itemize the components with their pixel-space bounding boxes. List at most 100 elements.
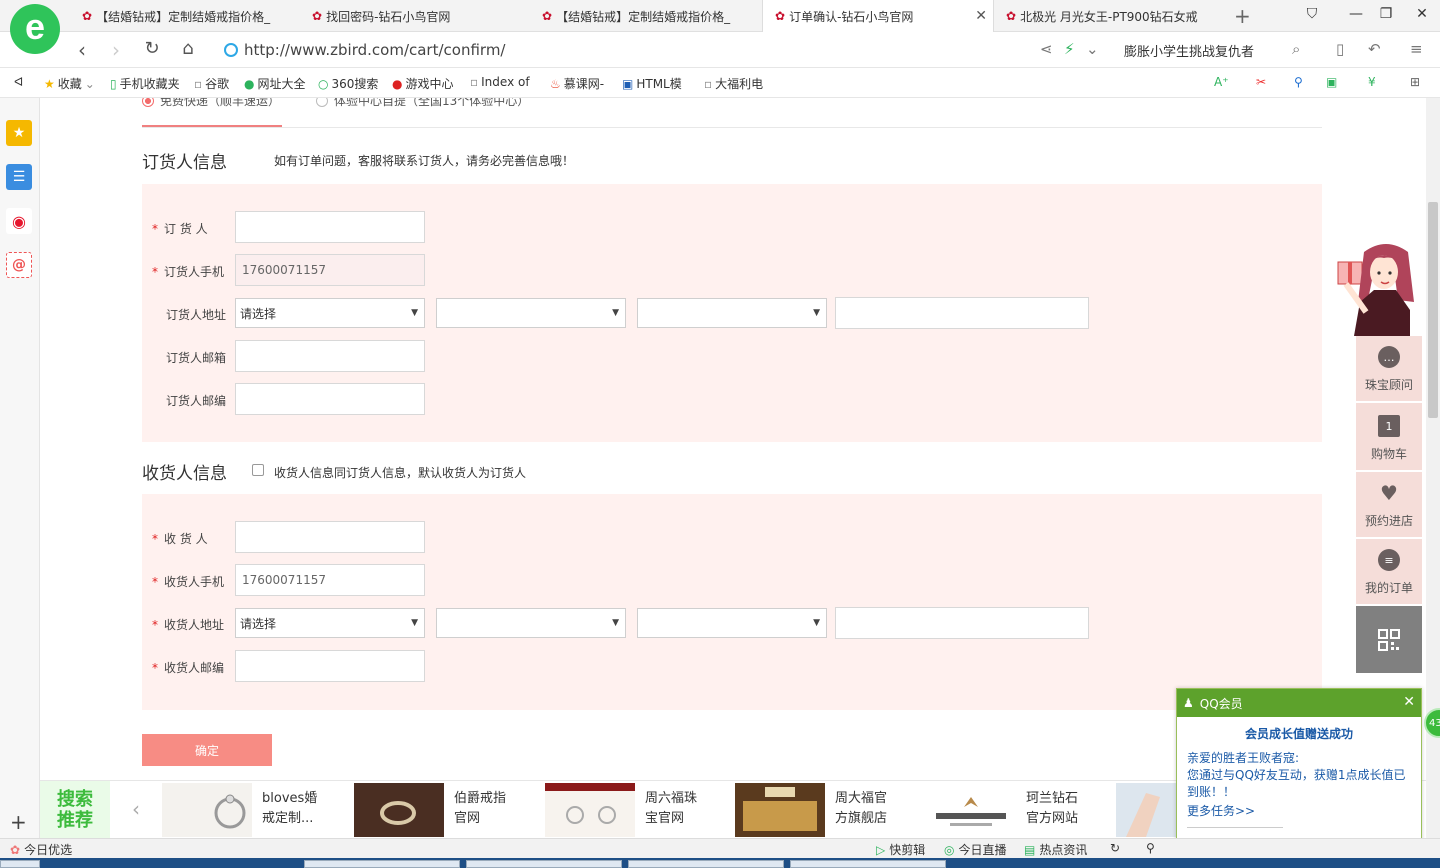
recommend-item[interactable]: 伯爵戒指 官网 [354, 781, 534, 839]
confirm-button[interactable]: 确定 [142, 734, 272, 766]
screenshot-icon[interactable]: ✂ [1256, 75, 1266, 89]
recommend-item[interactable]: 珂兰钻石 官方网站 [926, 781, 1106, 839]
url-field[interactable]: http://www.zbird.com/cart/confirm/ [224, 38, 1024, 62]
news-icon[interactable]: ☰ [6, 164, 32, 190]
receiver-name-input[interactable] [235, 521, 425, 553]
speed-mode-icon[interactable]: ⚡ [1064, 40, 1075, 58]
browser-logo[interactable]: e [10, 4, 60, 54]
share-icon[interactable]: ⋖ [1040, 40, 1053, 58]
recommend-item[interactable]: bloves婚 戒定制... [162, 781, 342, 839]
favorites-star-icon[interactable]: ★ [6, 120, 32, 146]
start-button[interactable] [0, 860, 40, 868]
home-icon[interactable]: ⌂ [176, 38, 200, 59]
receiver-district-select[interactable]: ▼ [637, 608, 827, 638]
qr-code-button[interactable] [1356, 606, 1422, 674]
magnifier-icon[interactable]: ⚲ [1294, 75, 1303, 89]
forward-icon[interactable]: › [104, 38, 128, 62]
bookmark-hao[interactable]: ● 网址大全 [244, 75, 306, 92]
qq-popup-header: ♟ QQ会员 ✕ [1177, 689, 1421, 717]
cart-button[interactable]: 1 购物车 [1356, 403, 1422, 471]
same-as-orderer-label[interactable]: 收货人信息同订货人信息，默认收货人为订货人 [274, 464, 526, 481]
jewelry-advisor-button[interactable]: … 珠宝顾问 [1356, 336, 1422, 402]
tab-1[interactable]: ✿ 【结婚钻戒】定制结婚戒指价格_ [70, 0, 300, 32]
recommend-item[interactable]: 周六福珠 宝官网 [545, 781, 725, 839]
taskbar-item[interactable] [790, 860, 946, 868]
store-thumbnail-image [735, 783, 825, 837]
hot-news[interactable]: ▤ 热点资讯 [1024, 841, 1087, 858]
search-icon[interactable]: ⌕ [1292, 40, 1300, 58]
close-icon[interactable]: ✕ [1403, 694, 1415, 710]
bookmark-mobile[interactable]: ▯ 手机收藏夹 [110, 75, 180, 92]
pin-icon[interactable]: ⚲ [1146, 841, 1155, 855]
sidebar-toggle-icon[interactable]: ᐊ [14, 75, 23, 89]
maximize-icon[interactable]: ❐ [1376, 6, 1396, 22]
orderer-street-input[interactable] [835, 297, 1089, 329]
more-tasks-link[interactable]: 更多任务>> [1177, 802, 1421, 819]
search-suggestion[interactable]: 膨胀小学生挑战复仇者 [1124, 41, 1254, 60]
orderer-city-select[interactable]: ▼ [436, 298, 626, 328]
bookmark-360search[interactable]: ○ 360搜索 [318, 75, 378, 92]
tab-close-icon[interactable]: ✕ [975, 8, 987, 24]
minimize-icon[interactable]: — [1346, 6, 1366, 22]
close-window-icon[interactable]: ✕ [1412, 6, 1432, 22]
menu-icon[interactable]: ≡ [1410, 40, 1423, 58]
weibo-icon[interactable]: ◉ [6, 208, 32, 234]
receiver-phone-input[interactable]: 17600071157 [235, 564, 425, 596]
mail-icon[interactable]: @ [6, 252, 32, 278]
scrollbar-thumb[interactable] [1428, 202, 1438, 418]
orderer-name-input[interactable] [235, 211, 425, 243]
shipping-option-express[interactable]: 免费快递（顺丰速运） [142, 98, 280, 109]
taskbar-item[interactable] [304, 860, 460, 868]
skin-icon[interactable]: ⛉ [1302, 6, 1322, 22]
speed-icon[interactable]: ↻ [1110, 841, 1120, 855]
tab-2[interactable]: ✿ 找回密码-钻石小鸟官网 [300, 0, 530, 32]
recommend-item-partial[interactable] [1116, 781, 1176, 839]
tab-4-active[interactable]: ✿ 订单确认-钻石小鸟官网 ✕ [762, 0, 994, 32]
bookmark-google[interactable]: ▫ 谷歌 [194, 75, 229, 92]
receiver-zip-input[interactable] [235, 650, 425, 682]
chevron-down-icon[interactable]: ⌄ [1086, 40, 1099, 58]
bookmark-html[interactable]: ▣ HTML模 [622, 75, 682, 92]
wallet-icon[interactable]: ¥ [1368, 75, 1376, 89]
recommend-item[interactable]: 周大福官 方旗舰店 [735, 781, 915, 839]
bookmark-games[interactable]: ● 游戏中心 [392, 75, 454, 92]
receiver-street-input[interactable] [835, 607, 1089, 639]
taskbar-item[interactable] [628, 860, 784, 868]
quick-clip[interactable]: ▷ 快剪辑 [876, 841, 925, 858]
gamepad-icon[interactable]: ▣ [1326, 75, 1337, 89]
bookmark-favorites[interactable]: ★ 收藏 ⌄ [44, 75, 98, 92]
same-as-orderer-checkbox[interactable] [252, 464, 264, 476]
receiver-province-select[interactable]: 请选择 ▼ [235, 608, 425, 638]
flame-icon: ♨ [550, 76, 561, 91]
bookmark-imooc[interactable]: ♨ 慕课网- [550, 75, 604, 92]
book-store-visit-button[interactable]: ♥ 预约进店 [1356, 472, 1422, 538]
mobile-icon[interactable]: ▯ [1336, 40, 1344, 58]
my-orders-button[interactable]: ≡ 我的订单 [1356, 539, 1422, 605]
taskbar-item[interactable] [466, 860, 622, 868]
bookmark-label: 360搜索 [331, 77, 379, 91]
receiver-city-select[interactable]: ▼ [436, 608, 626, 638]
today-live[interactable]: ◎ 今日直播 [944, 841, 1007, 858]
new-tab-icon[interactable]: + [1234, 4, 1251, 28]
url-text[interactable]: http://www.zbird.com/cart/confirm/ [244, 41, 505, 59]
translate-icon[interactable]: A⁺ [1214, 75, 1229, 89]
radio-unselected[interactable] [316, 98, 328, 107]
bookmark-index[interactable]: ▫ Index of [470, 75, 530, 89]
add-sidebar-icon[interactable]: + [10, 810, 27, 834]
orderer-province-select[interactable]: 请选择 ▼ [235, 298, 425, 328]
orderer-email-input[interactable] [235, 340, 425, 372]
refresh-icon[interactable]: ↻ [140, 38, 164, 59]
orderer-district-select[interactable]: ▼ [637, 298, 827, 328]
chevron-left-icon[interactable]: ‹ [132, 797, 140, 821]
radio-selected[interactable] [142, 98, 154, 107]
today-picks[interactable]: ✿ 今日优选 [10, 841, 72, 858]
shipping-option-pickup[interactable]: 体验中心自提（全国13个体验中心） [316, 98, 529, 109]
tab-3[interactable]: ✿ 【结婚钻戒】定制结婚戒指价格_ [530, 0, 762, 32]
orderer-phone-input[interactable]: 17600071157 [235, 254, 425, 286]
undo-icon[interactable]: ↶ [1368, 40, 1381, 58]
apps-grid-icon[interactable]: ⊞ [1410, 75, 1420, 89]
tab-5[interactable]: ✿ 北极光 月光女王-PT900钻石女戒 [994, 0, 1200, 32]
bookmark-dafuli[interactable]: ▫ 大福利电 [704, 75, 763, 92]
orderer-zip-input[interactable] [235, 383, 425, 415]
back-icon[interactable]: ‹ [70, 38, 94, 62]
